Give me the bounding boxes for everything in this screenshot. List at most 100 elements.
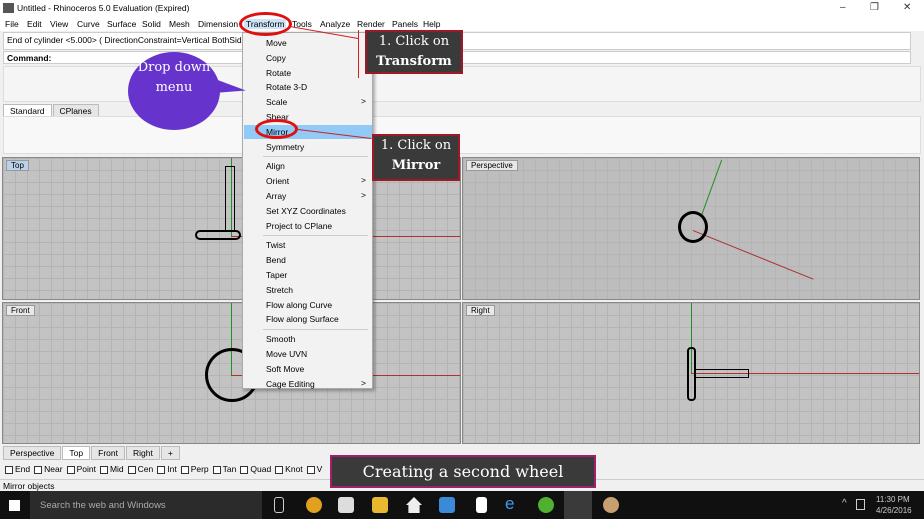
viewport-tab-front[interactable]: Front bbox=[91, 446, 125, 460]
viewport-tab-perspective[interactable]: Perspective bbox=[3, 446, 62, 460]
menu-curve[interactable]: Curve bbox=[77, 19, 100, 29]
title-bar: Untitled - Rhinoceros 5.0 Evaluation (Ex… bbox=[0, 0, 924, 17]
menu-item-rotate-3-d[interactable]: Rotate 3-D bbox=[244, 80, 372, 94]
toolbar-tabs: Standard CPlanes bbox=[3, 104, 100, 118]
menu-separator bbox=[263, 235, 368, 237]
menu-view[interactable]: View bbox=[50, 19, 68, 29]
viewport-tab-add[interactable]: + bbox=[160, 446, 180, 460]
tray-chevron-icon[interactable]: ^ bbox=[842, 498, 847, 509]
checkbox[interactable] bbox=[212, 465, 221, 474]
menu-surface[interactable]: Surface bbox=[107, 19, 136, 29]
menu-item-scale[interactable]: Scale > bbox=[244, 95, 372, 109]
transform-highlight-ring bbox=[239, 12, 292, 36]
osnap-tan[interactable]: Tan bbox=[212, 464, 237, 474]
osnap-label: Tan bbox=[222, 464, 237, 474]
checkbox[interactable] bbox=[5, 465, 13, 474]
menu-item-align[interactable]: Align bbox=[244, 159, 372, 173]
windows-start-icon[interactable] bbox=[9, 500, 20, 511]
submenu-arrow-icon: > bbox=[361, 175, 366, 186]
checkbox[interactable] bbox=[99, 465, 108, 474]
menu-item-copy[interactable]: Copy bbox=[244, 51, 372, 65]
menu-item-label: Project to CPlane bbox=[266, 220, 333, 231]
paint-icon[interactable] bbox=[603, 497, 619, 513]
utorrent-icon[interactable] bbox=[538, 497, 554, 513]
checkbox[interactable] bbox=[127, 465, 136, 474]
notification-icon[interactable] bbox=[856, 499, 865, 510]
store-icon[interactable] bbox=[338, 497, 354, 513]
chrome-icon[interactable] bbox=[306, 497, 322, 513]
clock-time[interactable]: 11:30 PM bbox=[876, 495, 910, 504]
taskbar: Search the web and Windows e ^ 11:30 PM … bbox=[0, 491, 924, 519]
osnap-end[interactable]: End bbox=[5, 464, 30, 474]
menu-item-smooth[interactable]: Smooth bbox=[244, 332, 372, 346]
menu-item-orient[interactable]: Orient > bbox=[244, 174, 372, 188]
taskbar-search[interactable]: Search the web and Windows bbox=[30, 491, 262, 519]
menu-edit[interactable]: Edit bbox=[27, 19, 42, 29]
viewport-label-right[interactable]: Right bbox=[466, 305, 495, 316]
submenu-arrow-icon: > bbox=[361, 96, 366, 107]
minimize-button[interactable]: – bbox=[840, 2, 846, 13]
viewport-right[interactable]: Right bbox=[462, 302, 920, 444]
menu-render[interactable]: Render bbox=[357, 19, 385, 29]
menu-item-bend[interactable]: Bend bbox=[244, 253, 372, 267]
viewport-front[interactable]: Front bbox=[2, 302, 461, 444]
menu-item-stretch[interactable]: Stretch bbox=[244, 283, 372, 297]
document-icon[interactable] bbox=[476, 497, 487, 513]
menu-item-flow-along-curve[interactable]: Flow along Curve bbox=[244, 298, 372, 312]
menu-dimension[interactable]: Dimension bbox=[198, 19, 238, 29]
computer-icon[interactable] bbox=[439, 497, 455, 513]
checkbox[interactable] bbox=[157, 465, 166, 474]
home-icon[interactable] bbox=[406, 497, 422, 513]
standard-toolbar bbox=[3, 116, 921, 154]
osnap-int[interactable]: Int bbox=[157, 464, 177, 474]
viewport-tab-top[interactable]: Top bbox=[62, 446, 91, 460]
checkbox[interactable] bbox=[306, 465, 315, 474]
clock-date[interactable]: 4/26/2016 bbox=[876, 506, 912, 515]
menu-item-label: Orient bbox=[266, 176, 290, 187]
viewport-label-perspective[interactable]: Perspective bbox=[466, 160, 518, 171]
checkbox[interactable] bbox=[275, 465, 284, 474]
file-explorer-icon[interactable] bbox=[372, 497, 388, 513]
viewport-tab-right[interactable]: Right bbox=[125, 446, 160, 460]
osnap-knot[interactable]: Knot bbox=[275, 464, 303, 474]
menu-item-twist[interactable]: Twist bbox=[244, 238, 372, 252]
menu-solid[interactable]: Solid bbox=[142, 19, 161, 29]
viewport-label-top[interactable]: Top bbox=[6, 160, 29, 171]
osnap-point[interactable]: Point bbox=[66, 464, 96, 474]
menu-item-array[interactable]: Array > bbox=[244, 189, 372, 203]
menu-analyze[interactable]: Analyze bbox=[320, 19, 350, 29]
menu-item-soft-move[interactable]: Soft Move bbox=[244, 362, 372, 376]
checkbox[interactable] bbox=[34, 465, 43, 474]
osnap-quad[interactable]: Quad bbox=[240, 464, 271, 474]
rhino-taskbar-button[interactable] bbox=[564, 491, 592, 519]
menu-item-set-xyz-coordinates[interactable]: Set XYZ Coordinates bbox=[244, 204, 372, 218]
task-view-icon[interactable] bbox=[274, 497, 284, 513]
menu-item-move-uvn[interactable]: Move UVN bbox=[244, 347, 372, 361]
menu-help[interactable]: Help bbox=[423, 19, 440, 29]
osnap-label: Quad bbox=[250, 464, 272, 474]
callout-connector bbox=[358, 30, 359, 78]
callout-text: 1. Click on bbox=[378, 34, 450, 49]
osnap-v[interactable]: V bbox=[306, 464, 322, 474]
osnap-mid[interactable]: Mid bbox=[99, 464, 124, 474]
close-button[interactable]: ✕ bbox=[903, 2, 911, 13]
menu-item-cage-editing[interactable]: Cage Editing > bbox=[244, 377, 372, 391]
checkbox[interactable] bbox=[66, 465, 75, 474]
edge-icon[interactable]: e bbox=[505, 494, 521, 513]
menu-file[interactable]: File bbox=[5, 19, 19, 29]
menu-item-project-to-cplane[interactable]: Project to CPlane bbox=[244, 219, 372, 233]
menu-item-rotate[interactable]: Rotate bbox=[244, 66, 372, 80]
menu-mesh[interactable]: Mesh bbox=[169, 19, 190, 29]
osnap-near[interactable]: Near bbox=[34, 464, 63, 474]
checkbox[interactable] bbox=[180, 465, 189, 474]
menu-item-taper[interactable]: Taper bbox=[244, 268, 372, 282]
viewport-label-front[interactable]: Front bbox=[6, 305, 35, 316]
menu-item-symmetry[interactable]: Symmetry bbox=[244, 140, 372, 154]
osnap-perp[interactable]: Perp bbox=[180, 464, 209, 474]
viewport-perspective[interactable]: Perspective bbox=[462, 157, 920, 300]
checkbox[interactable] bbox=[240, 465, 249, 474]
menu-panels[interactable]: Panels bbox=[392, 19, 418, 29]
menu-item-flow-along-surface[interactable]: Flow along Surface bbox=[244, 312, 372, 326]
maximize-button[interactable]: ❐ bbox=[870, 2, 879, 13]
osnap-cen[interactable]: Cen bbox=[127, 464, 153, 474]
